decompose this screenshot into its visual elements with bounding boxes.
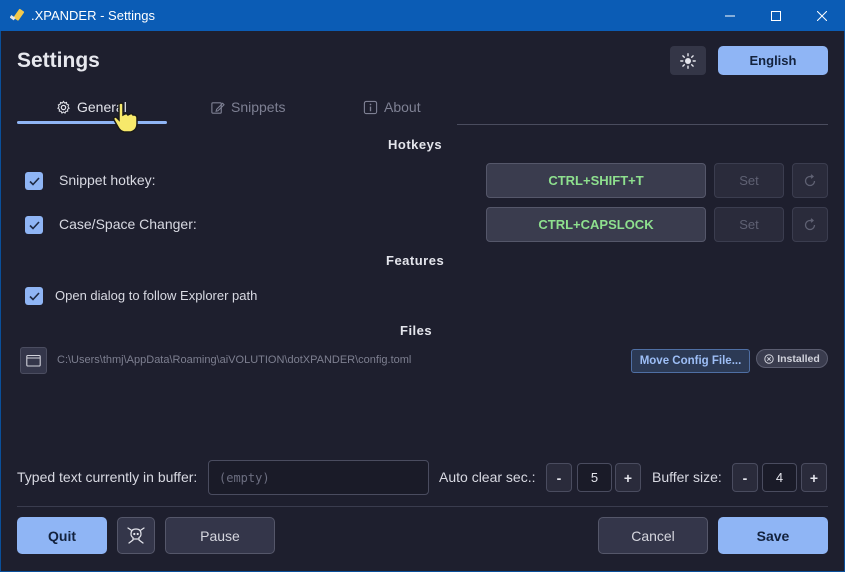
footer-divider [17, 506, 828, 507]
buffer-size-value[interactable]: 4 [762, 463, 797, 492]
theme-toggle-button[interactable] [670, 46, 706, 75]
config-path-text: C:\Users\thmj\AppData\Roaming\aiVOLUTION… [57, 354, 412, 366]
minimize-icon [725, 15, 735, 16]
case-changer-set-button[interactable]: Set [714, 207, 784, 242]
gear-icon [57, 100, 70, 114]
buffer-size-decrement-button[interactable]: - [732, 463, 758, 492]
reset-icon [804, 217, 816, 230]
save-button[interactable]: Save [718, 517, 828, 554]
auto-clear-label: Auto clear sec.: [439, 469, 536, 485]
quit-button[interactable]: Quit [17, 517, 107, 554]
auto-clear-increment-button[interactable]: + [615, 463, 641, 492]
installed-label: Installed [777, 352, 820, 365]
case-changer-label: Case/Space Changer: [59, 216, 197, 232]
auto-clear-decrement-button[interactable]: - [546, 463, 572, 492]
tab-divider [457, 124, 828, 125]
sun-icon [680, 52, 696, 69]
files-heading: Files [400, 323, 433, 338]
folder-icon [26, 354, 41, 367]
case-changer-checkbox[interactable] [25, 216, 43, 234]
pause-button[interactable]: Pause [165, 517, 275, 554]
checkmark-icon [28, 220, 40, 230]
installed-badge[interactable]: Installed [756, 349, 828, 368]
explorer-path-label: Open dialog to follow Explorer path [55, 288, 258, 303]
maximize-button[interactable] [753, 0, 799, 31]
window-title: .XPANDER - Settings [31, 8, 156, 23]
snippet-hotkey-checkbox[interactable] [25, 172, 43, 190]
settings-window: Settings English General Snippets About … [1, 31, 844, 571]
case-changer-reset-button[interactable] [792, 207, 828, 242]
snippet-hotkey-field[interactable]: CTRL+SHIFT+T [486, 163, 706, 198]
info-icon [363, 100, 378, 114]
hand-cursor-icon [113, 102, 138, 133]
snippet-hotkey-label: Snippet hotkey: [59, 172, 156, 188]
snippet-hotkey-set-button[interactable]: Set [714, 163, 784, 198]
page-title: Settings [17, 49, 100, 72]
close-button[interactable] [799, 0, 845, 31]
buffer-size-increment-button[interactable]: + [801, 463, 827, 492]
minimize-button[interactable] [707, 0, 753, 31]
move-config-file-button[interactable]: Move Config File... [631, 349, 750, 373]
close-circle-icon [764, 353, 774, 364]
active-tab-indicator [17, 121, 167, 124]
language-button[interactable]: English [718, 46, 828, 75]
buffer-label: Typed text currently in buffer: [17, 469, 198, 485]
tab-about[interactable]: About [363, 95, 421, 119]
maximize-icon [771, 10, 781, 21]
debug-button[interactable] [117, 517, 155, 554]
skull-crossbones-icon [127, 526, 145, 544]
edit-icon [211, 101, 225, 114]
close-icon [817, 10, 827, 21]
buffer-input[interactable] [208, 460, 429, 495]
title-bar: .XPANDER - Settings [0, 0, 845, 31]
features-heading: Features [386, 253, 445, 268]
buffer-size-label: Buffer size: [652, 469, 722, 485]
checkmark-icon [28, 176, 40, 186]
case-changer-hotkey-field[interactable]: CTRL+CAPSLOCK [486, 207, 706, 242]
checkmark-icon [28, 291, 40, 301]
auto-clear-value[interactable]: 5 [577, 463, 612, 492]
app-icon [10, 8, 25, 21]
tab-about-label: About [384, 99, 421, 115]
tab-snippets[interactable]: Snippets [210, 95, 285, 119]
cancel-button[interactable]: Cancel [598, 517, 708, 554]
open-folder-button[interactable] [20, 347, 47, 374]
reset-icon [804, 173, 816, 186]
tab-snippets-label: Snippets [231, 99, 286, 115]
explorer-path-checkbox[interactable] [25, 287, 43, 305]
snippet-hotkey-reset-button[interactable] [792, 163, 828, 198]
hotkeys-heading: Hotkeys [388, 137, 443, 152]
